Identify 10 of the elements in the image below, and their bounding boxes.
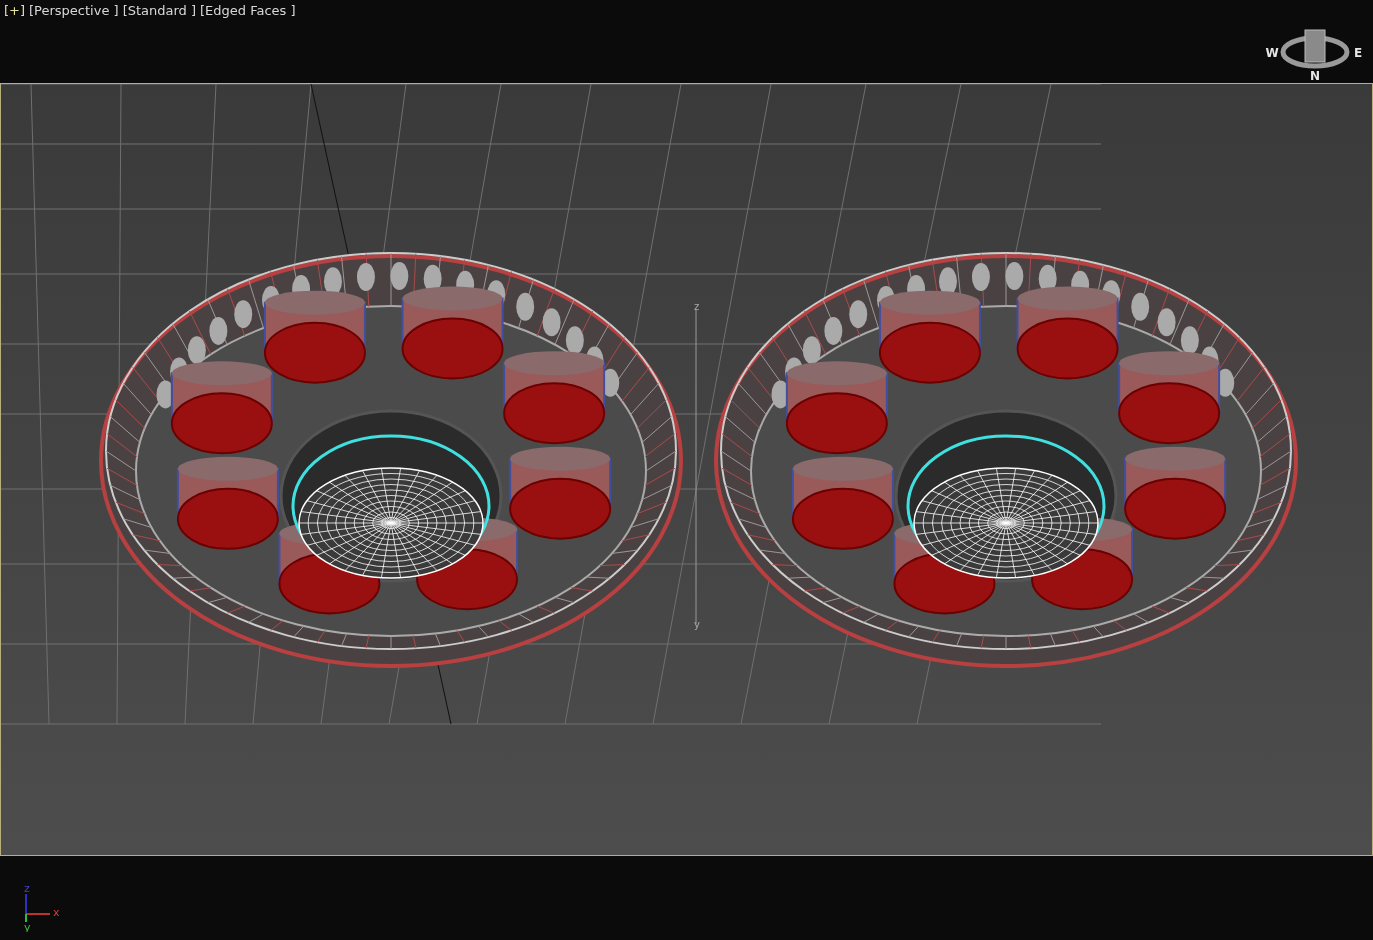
viewport-menu-label[interactable]: [Standard ]	[122, 4, 197, 17]
compass-label[interactable]: N	[1310, 69, 1320, 82]
perspective-viewport[interactable]: z y	[0, 83, 1373, 856]
viewport-menu-label[interactable]: [Perspective ]	[29, 4, 119, 17]
scene-axis: z y	[694, 301, 700, 630]
view-cube[interactable]	[1280, 29, 1350, 69]
compass-label[interactable]: W	[1265, 46, 1279, 60]
viewport-menu-label[interactable]: [Edged Faces ]	[200, 4, 296, 17]
compass-label[interactable]: E	[1353, 46, 1363, 60]
viewport-menu-label[interactable]: [+]	[4, 4, 26, 17]
